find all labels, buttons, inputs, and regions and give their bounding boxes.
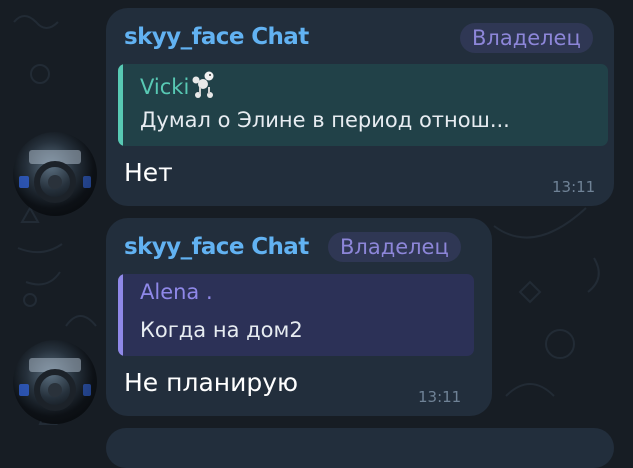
sender-name[interactable]: skyy_face Chat [124,234,309,260]
poodle-emoji-icon [192,71,214,98]
reply-author: Alena . [140,280,213,304]
message-text: Нет [124,158,173,187]
message-bubble[interactable]: skyy_face Chat Владелец Vicki Думал о Эл… [106,8,614,206]
reply-accent-bar [118,274,123,356]
message-text: Не планирую [124,368,299,397]
avatar[interactable] [13,132,97,216]
message-time: 13:11 [552,178,596,196]
message-time: 13:11 [418,388,462,406]
reply-author: Vicki [140,70,220,100]
avatar[interactable] [13,340,97,424]
reply-quote[interactable]: Vicki Думал о Элине в период отнош... [118,64,608,146]
reply-author-name: Vicki [140,75,190,99]
reply-quote[interactable]: Alena . Когда на дом2 [118,274,474,356]
reply-text: Думал о Элине в период отнош... [140,108,510,132]
reply-accent-bar [118,64,123,146]
avatar-image [19,150,91,203]
avatar-image [19,358,91,411]
owner-badge: Владелец [328,232,461,262]
reply-text: Когда на дом2 [140,318,303,342]
sender-name[interactable]: skyy_face Chat [124,24,309,50]
message-bubble-partial[interactable] [106,428,614,468]
message-bubble[interactable]: skyy_face Chat Владелец Alena . Когда на… [106,218,492,416]
owner-badge: Владелец [460,23,593,53]
